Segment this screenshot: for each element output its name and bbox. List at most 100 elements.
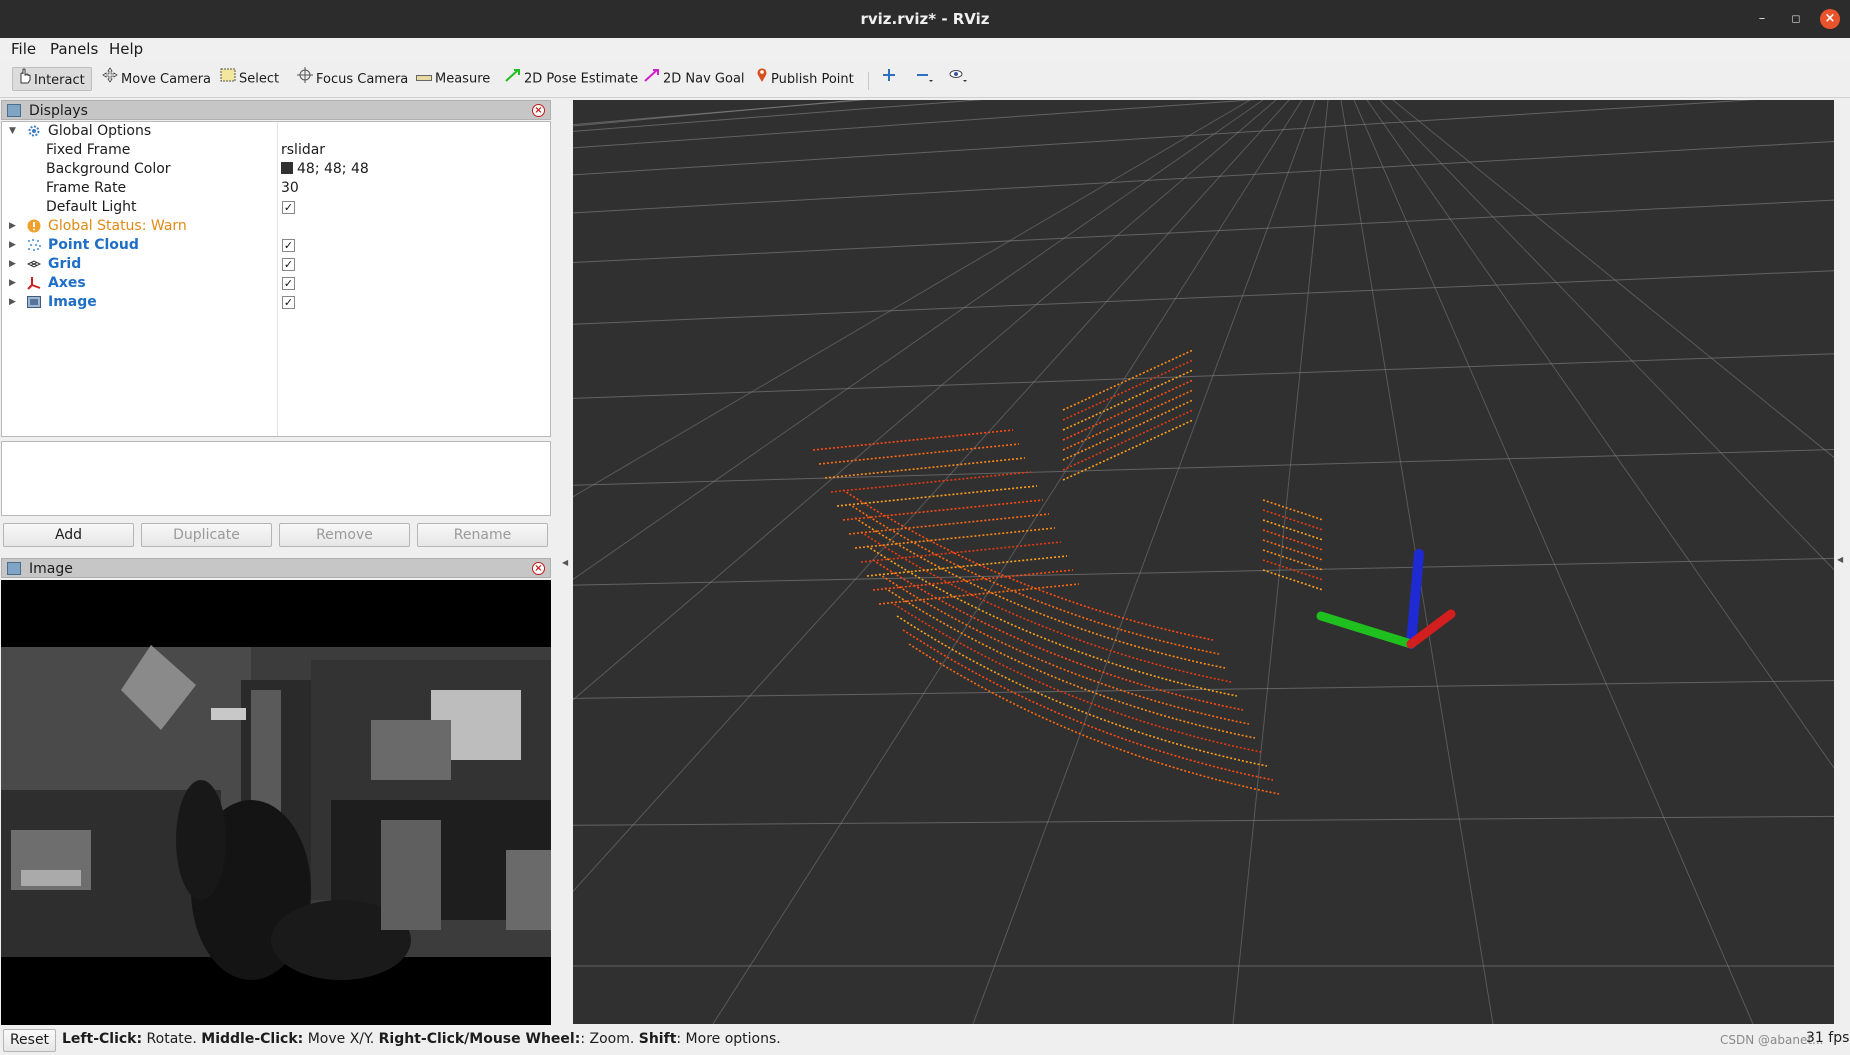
axis-y [1316,611,1416,649]
plus-icon [882,67,896,91]
scan-ring [1062,399,1324,571]
hint-middle-key: Middle-Click: [201,1031,304,1047]
tree-row-axes[interactable]: ▶ Axes ✓ [2,274,550,293]
tree-row-background-color[interactable]: Background Color 48; 48; 48 [2,160,550,179]
default-light-checkbox[interactable]: ✓ [282,201,295,214]
remove-tool-button[interactable] [915,67,936,91]
menu-panels[interactable]: Panels [50,40,98,58]
add-display-button[interactable]: Add [3,523,134,547]
close-panel-icon[interactable]: × [532,562,545,575]
minus-icon [915,67,933,92]
close-button[interactable]: × [1820,9,1840,29]
scan-ring [836,485,1238,697]
collapse-arrow-icon[interactable]: ▼ [9,122,16,141]
grid-line [573,680,1834,699]
monitor-icon [7,104,21,117]
background-color-value[interactable]: 48; 48; 48 [281,160,369,179]
tree-row-global-options[interactable]: ▼ Global Options [2,122,550,141]
axes-checkbox[interactable]: ✓ [282,277,295,290]
duplicate-display-button[interactable]: Duplicate [141,523,272,547]
ruler-icon [416,67,432,91]
grid-line [573,557,1834,586]
toolbar: Interact Move Camera Select Focus Camera… [0,60,1850,98]
grid-line [1232,100,1329,1024]
close-panel-icon[interactable]: × [532,104,545,117]
nav-goal-label: 2D Nav Goal [663,71,745,87]
interact-tool-button[interactable]: Interact [12,67,92,91]
fixed-frame-label: Fixed Frame [46,142,131,158]
expand-arrow-icon[interactable]: ▶ [9,255,16,274]
fixed-frame-value[interactable]: rslidar [281,141,325,160]
hint-right-key: Right-Click/Mouse Wheel: [378,1031,581,1047]
background-color-text: 48; 48; 48 [297,161,369,177]
scan-ring [1062,409,1324,581]
grid-line [573,100,1264,580]
tree-row-frame-rate[interactable]: Frame Rate 30 [2,179,550,198]
scan-ring [1062,349,1324,521]
property-description-box [1,441,551,516]
tree-row-image[interactable]: ▶ Image ✓ [2,293,550,312]
scan-ring [818,443,1220,655]
focus-camera-tool-button[interactable]: Focus Camera [297,67,408,91]
expand-arrow-icon[interactable]: ▶ [9,274,16,293]
collapse-left-icon[interactable]: ◀ [562,558,568,567]
expand-arrow-icon[interactable]: ▶ [9,293,16,312]
move-camera-tool-button[interactable]: Move Camera [102,67,211,91]
image-panel-header: Image × [1,558,551,578]
grid-line [573,100,1277,701]
camera-image-view [1,580,551,1025]
panel-splitter[interactable]: ◀ [557,98,571,1024]
global-status-label: Global Status: Warn [48,218,187,234]
frame-rate-value[interactable]: 30 [281,179,299,198]
axes-label: Axes [48,275,86,291]
warning-icon [27,219,41,233]
image-checkbox[interactable]: ✓ [282,296,295,309]
expand-arrow-icon[interactable]: ▶ [9,217,16,236]
select-tool-button[interactable]: Select [220,67,279,91]
tree-row-point-cloud[interactable]: ▶ Point Cloud ✓ [2,236,550,255]
menu-file[interactable]: File [11,40,36,58]
hint-shift-key: Shift [638,1031,677,1047]
render-viewport[interactable] [573,100,1834,1024]
grid-line [972,100,1316,1024]
grid-lines [573,100,1834,1024]
point-cloud-checkbox[interactable]: ✓ [282,239,295,252]
tree-row-default-light[interactable]: Default Light ✓ [2,198,550,217]
grid-line [573,100,862,127]
minimize-button[interactable]: – [1752,9,1772,29]
collapse-right-icon[interactable]: ◀ [1837,555,1843,564]
grid-line [573,100,1258,149]
expand-arrow-icon[interactable]: ▶ [9,236,16,255]
hint-left-text: Rotate. [142,1031,202,1047]
menu-help[interactable]: Help [109,40,143,58]
displays-tree: ▼ Global Options Fixed Frame rslidar Bac… [1,121,551,437]
remove-display-button[interactable]: Remove [279,523,410,547]
3d-scene[interactable] [573,100,1834,1024]
tree-row-grid[interactable]: ▶ Grid ✓ [2,255,550,274]
grid-checkbox[interactable]: ✓ [282,258,295,271]
pose-estimate-tool-button[interactable]: 2D Pose Estimate [505,67,638,91]
tree-row-fixed-frame[interactable]: Fixed Frame rslidar [2,141,550,160]
grid-line [573,815,1834,826]
default-light-label: Default Light [46,199,137,215]
interact-label: Interact [34,73,85,88]
view-tool-button[interactable] [948,67,971,91]
maximize-button[interactable]: ◻ [1786,9,1806,29]
move-arrows-icon [102,67,118,92]
point-cloud-icon [27,238,41,252]
fps-readout: 31 fps [1806,1030,1850,1046]
displays-panel-header: Displays × [1,100,551,120]
scan-ring [842,499,1244,711]
publish-point-tool-button[interactable]: Publish Point [756,67,854,91]
add-tool-button[interactable] [882,67,899,91]
measure-label: Measure [435,71,491,87]
measure-tool-button[interactable]: Measure [416,67,490,91]
nav-goal-tool-button[interactable]: 2D Nav Goal [644,67,745,91]
tree-row-global-status[interactable]: ▶ Global Status: Warn [2,217,550,236]
axes-icon [27,276,41,290]
toolbar-separator [868,72,869,90]
reset-button[interactable]: Reset [3,1029,56,1052]
point-cloud-label: Point Cloud [48,237,139,253]
rename-display-button[interactable]: Rename [417,523,548,547]
magenta-arrow-icon [644,67,660,91]
